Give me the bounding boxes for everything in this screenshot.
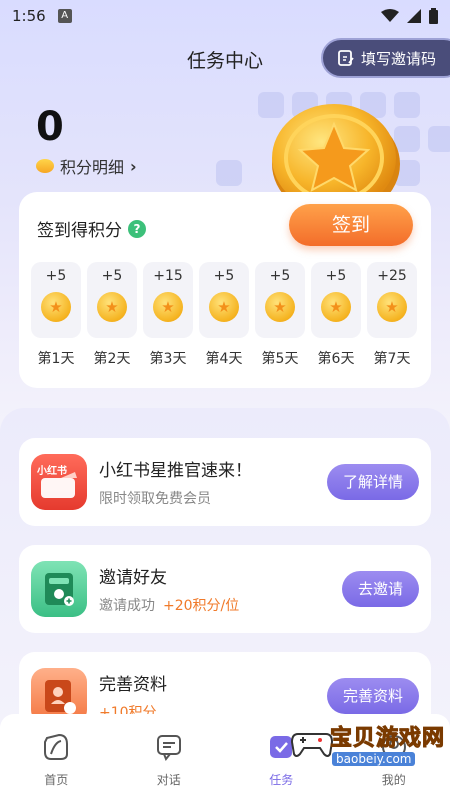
star-coin-icon	[97, 292, 127, 322]
checkin-day: +5 第4天	[199, 262, 249, 368]
day-points: +25	[377, 268, 407, 284]
status-icons	[381, 8, 438, 24]
day-points: +5	[325, 268, 347, 284]
watermark: 宝贝游戏网 baobeiy.com	[290, 716, 450, 776]
task-title: 完善资料	[99, 675, 167, 695]
star-coin-icon	[209, 292, 239, 322]
day-name: 第3天	[149, 351, 187, 367]
day-name: 第1天	[37, 351, 75, 367]
star-coin-icon	[265, 292, 295, 322]
task-reward: +20积分/位	[163, 598, 240, 614]
chat-icon	[156, 735, 181, 761]
task-subtitle: 限时领取免费会员	[99, 491, 211, 507]
help-icon[interactable]: ?	[128, 219, 146, 238]
tab-chat[interactable]: 对话	[113, 714, 226, 800]
tab-home-label: 首页	[44, 773, 69, 787]
day-points: +5	[213, 268, 235, 284]
checkin-label: 签到得积分	[37, 221, 122, 241]
points-value: 0	[36, 104, 64, 150]
checkin-card: 签到得积分 ? 签到 +5 第1天 +5 第2天 +15 第3天	[19, 192, 431, 388]
checkin-day: +5 第6天	[311, 262, 361, 368]
day-box: +5	[31, 262, 81, 338]
xiaohongshu-icon: 小红书	[31, 454, 87, 510]
day-name: 第7天	[373, 351, 411, 367]
checkin-days: +5 第1天 +5 第2天 +15 第3天 +5 第4天	[31, 262, 417, 368]
notification-icon: A	[57, 9, 72, 23]
battery-icon	[429, 8, 438, 24]
learn-more-button[interactable]: 了解详情	[326, 464, 419, 500]
day-box: +5	[255, 262, 305, 338]
status-time: 1:56	[12, 7, 46, 25]
coin-icon	[36, 159, 54, 173]
status-bar: 1:56 A	[0, 0, 450, 32]
day-box: +25	[367, 262, 417, 338]
day-points: +5	[269, 268, 291, 284]
edit-icon	[338, 50, 354, 66]
day-name: 第4天	[205, 351, 243, 367]
checkin-day: +5 第2天	[87, 262, 137, 368]
watermark-text: 宝贝游戏网	[329, 726, 446, 752]
day-name: 第5天	[261, 351, 299, 367]
checkin-button[interactable]: 签到	[289, 204, 413, 246]
invite-code-button[interactable]: 填写邀请码	[320, 38, 450, 78]
watermark-url: baobeiy.com	[332, 752, 416, 766]
leaf-icon	[44, 733, 69, 760]
day-name: 第2天	[93, 351, 131, 367]
task-card-xiaohongshu[interactable]: 小红书 小红书星推官速来！ 限时领取免费会员 了解详情	[19, 438, 431, 526]
checkin-header: 签到得积分 ?	[37, 216, 146, 241]
day-box: +5	[87, 262, 137, 338]
points-detail-label: 积分明细	[60, 158, 125, 177]
checkin-day: +15 第3天	[143, 262, 193, 368]
chevron-right-icon: ›	[130, 156, 137, 176]
ticket-icon	[41, 472, 77, 498]
task-card-invite[interactable]: 邀请好友 邀请成功 +20积分/位 去邀请	[19, 545, 431, 633]
invite-friend-icon	[31, 561, 87, 617]
star-coin-icon	[321, 292, 351, 322]
complete-profile-button[interactable]: 完善资料	[326, 678, 419, 714]
star-coin-icon	[377, 292, 407, 322]
star-coin-icon	[153, 292, 183, 322]
day-name: 第6天	[317, 351, 355, 367]
day-points: +15	[153, 268, 183, 284]
tab-chat-label: 对话	[156, 773, 181, 787]
wifi-icon	[381, 9, 399, 22]
checkin-day: +5 第1天	[31, 262, 81, 368]
task-subtitle: 邀请成功 +20积分/位	[99, 598, 240, 614]
checkin-day: +5 第5天	[255, 262, 305, 368]
signal-icon	[407, 9, 421, 23]
checkin-day: +25 第7天	[367, 262, 417, 368]
star-coin-icon	[41, 292, 71, 322]
day-box: +5	[311, 262, 361, 338]
day-points: +5	[45, 268, 67, 284]
day-points: +5	[101, 268, 123, 284]
invite-button[interactable]: 去邀请	[341, 571, 419, 607]
task-title: 邀请好友	[99, 568, 167, 588]
points-detail-link[interactable]: 积分明细 ›	[36, 154, 137, 178]
tab-home[interactable]: 首页	[0, 714, 113, 800]
task-title: 小红书星推官速来！	[99, 461, 252, 481]
day-box: +5	[199, 262, 249, 338]
gamepad-icon	[290, 733, 334, 757]
user-card-icon	[45, 573, 74, 606]
day-box: +15	[143, 262, 193, 338]
invite-code-label: 填写邀请码	[360, 49, 436, 68]
